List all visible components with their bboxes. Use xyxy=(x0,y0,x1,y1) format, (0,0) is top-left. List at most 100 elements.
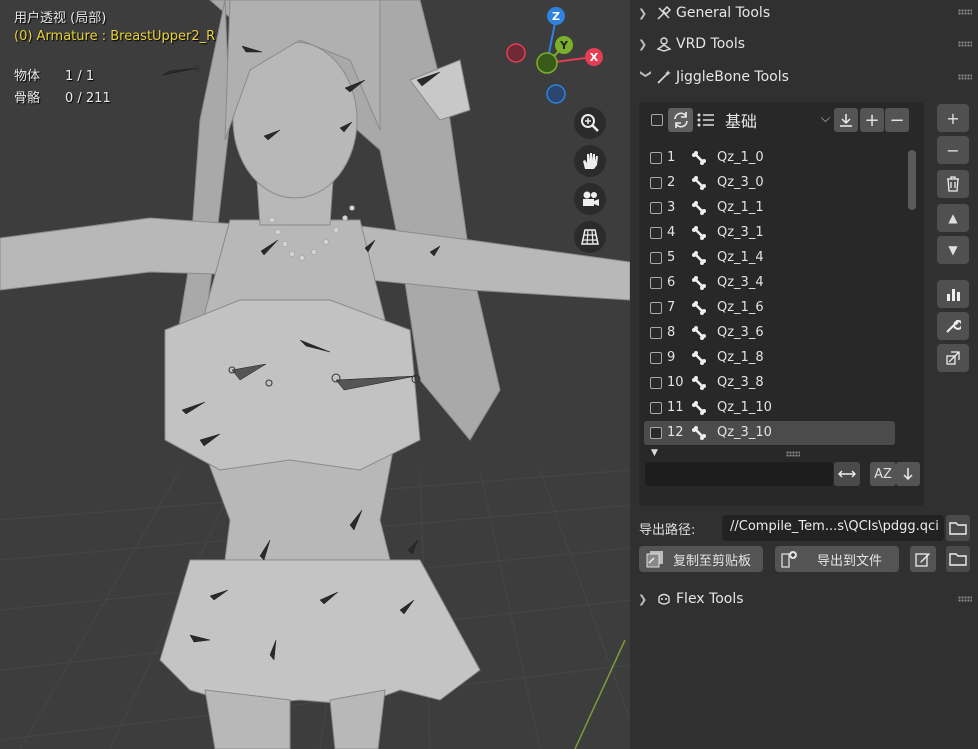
bone-list-row[interactable]: 2 Qz_3_0 xyxy=(644,171,895,195)
expand-filter-icon[interactable]: ▼ xyxy=(651,448,658,458)
bone-row-checkbox[interactable] xyxy=(650,352,662,364)
bone-row-name: Qz_1_4 xyxy=(717,250,764,265)
bone-row-checkbox[interactable] xyxy=(650,377,662,389)
bone-row-checkbox[interactable] xyxy=(650,302,662,314)
browse-path-button[interactable] xyxy=(946,515,970,541)
bone-list-row[interactable]: 11 Qz_1_10 xyxy=(644,396,895,420)
arrow-down-icon xyxy=(903,468,913,481)
section-general-tools[interactable]: ❯ General Tools xyxy=(638,0,974,26)
bone-list-row[interactable]: 3 Qz_1_1 xyxy=(644,196,895,220)
export-path-label: 导出路径: xyxy=(639,523,696,538)
wrench-icon xyxy=(946,319,961,333)
add-bone-button[interactable]: + xyxy=(937,104,969,132)
move-up-button[interactable]: ▲ xyxy=(937,204,969,232)
camera-button[interactable] xyxy=(574,183,606,215)
refresh-button[interactable] xyxy=(668,108,693,132)
copy-to-clipboard-button[interactable]: 复制至剪贴板 xyxy=(639,546,763,572)
gizmo-neg-x[interactable] xyxy=(506,43,526,63)
tools-icon xyxy=(654,5,674,21)
bone-row-name: Qz_3_10 xyxy=(717,425,772,440)
gizmo-neg-z[interactable] xyxy=(546,84,566,104)
apply-constraint-button[interactable] xyxy=(937,344,969,372)
bone-icon xyxy=(691,225,707,241)
bone-icon xyxy=(691,325,707,341)
section-jigglebone-tools[interactable]: ❯ JiggleBone Tools xyxy=(638,64,974,90)
remove-preset-button[interactable]: − xyxy=(885,108,909,132)
bone-row-index: 7 xyxy=(667,300,676,315)
settings-wrench-button[interactable] xyxy=(937,312,969,340)
view-name: 用户透视 (局部) xyxy=(14,11,107,26)
resize-grip-icon[interactable] xyxy=(786,451,800,457)
bone-row-name: Qz_1_10 xyxy=(717,400,772,415)
sort-alpha-button[interactable]: AZ xyxy=(870,462,896,486)
drag-grip-icon[interactable] xyxy=(958,41,972,47)
bone-row-name: Qz_3_0 xyxy=(717,175,764,190)
bone-row-checkbox[interactable] xyxy=(650,177,662,189)
select-all-checkbox[interactable] xyxy=(651,114,663,126)
bone-list-row[interactable]: 10 Qz_3_8 xyxy=(644,371,895,395)
bone-list-row[interactable]: 5 Qz_1_4 xyxy=(644,246,895,270)
clipboard-icon xyxy=(646,551,663,568)
filter-input[interactable] xyxy=(645,462,833,486)
export-path-field[interactable]: //Compile_Tem...s\QCIs\pdgg.qci xyxy=(722,515,944,541)
navigation-gizmo[interactable]: Z X Y xyxy=(500,0,615,110)
bone-row-checkbox[interactable] xyxy=(650,427,662,439)
drag-grip-icon[interactable] xyxy=(958,74,972,80)
bone-list-row[interactable]: 9 Qz_1_8 xyxy=(644,346,895,370)
bone-row-index: 1 xyxy=(667,150,676,165)
chevron-right-icon: ❯ xyxy=(638,37,648,51)
bone-row-checkbox[interactable] xyxy=(650,202,662,214)
section-flex-tools[interactable]: ❯ Flex Tools xyxy=(638,586,974,612)
3d-viewport[interactable]: 用户透视 (局部) (0) Armature : BreastUpper2_R … xyxy=(0,0,630,749)
bone-row-checkbox[interactable] xyxy=(650,152,662,164)
bone-row-checkbox[interactable] xyxy=(650,227,662,239)
bone-list-row[interactable]: 7 Qz_1_6 xyxy=(644,296,895,320)
plus-icon: + xyxy=(946,108,960,128)
bone-row-index: 2 xyxy=(667,175,676,190)
chevron-right-icon: ❯ xyxy=(638,592,648,606)
bone-list-row[interactable]: 8 Qz_3_6 xyxy=(644,321,895,345)
edit-file-button[interactable] xyxy=(910,546,936,572)
bone-row-checkbox[interactable] xyxy=(650,327,662,339)
remove-bone-button[interactable]: − xyxy=(937,136,969,164)
folder-icon xyxy=(949,522,967,535)
bone-icon xyxy=(691,350,707,366)
stat-objects-value: 1 / 1 xyxy=(65,69,95,84)
preset-dropdown[interactable]: 基础 ⌵ xyxy=(696,107,834,133)
export-to-file-button[interactable]: 导出到文件 xyxy=(775,546,899,572)
bone-icon xyxy=(691,275,707,291)
pan-button[interactable] xyxy=(574,145,606,177)
triangle-down-icon: ▼ xyxy=(948,243,958,257)
delete-bone-button[interactable] xyxy=(937,170,969,198)
sort-direction-button[interactable] xyxy=(896,462,920,486)
section-title: General Tools xyxy=(676,5,771,21)
list-scrollbar[interactable] xyxy=(908,150,916,210)
add-preset-button[interactable]: + xyxy=(860,108,884,132)
move-down-button[interactable]: ▼ xyxy=(937,236,969,264)
bone-icon xyxy=(691,425,707,441)
drag-grip-icon[interactable] xyxy=(958,9,972,15)
import-button[interactable] xyxy=(834,108,858,132)
bone-list[interactable]: 1 Qz_1_0 2 Qz_3_0 3 Qz_1_1 4 Qz_3_1 5 Qz_1_4 6 Qz_3… xyxy=(644,146,896,446)
bone-list-row[interactable]: 1 Qz_1_0 xyxy=(644,146,895,170)
bone-row-checkbox[interactable] xyxy=(650,402,662,414)
bone-list-row[interactable]: 6 Qz_3_4 xyxy=(644,271,895,295)
section-vrd-tools[interactable]: ❯ VRD Tools xyxy=(638,31,974,57)
drag-grip-icon[interactable] xyxy=(958,596,972,602)
bone-row-name: Qz_3_8 xyxy=(717,375,764,390)
bone-row-index: 9 xyxy=(667,350,676,365)
swap-button[interactable] xyxy=(834,462,860,486)
bone-list-row[interactable]: 4 Qz_3_1 xyxy=(644,221,895,245)
open-folder-button[interactable] xyxy=(946,546,970,572)
bone-row-name: Qz_3_4 xyxy=(717,275,764,290)
bone-stats-button[interactable] xyxy=(937,280,969,308)
viewport-scene[interactable] xyxy=(0,0,630,749)
swap-arrows-icon xyxy=(838,470,856,478)
gizmo-neg-y[interactable] xyxy=(536,52,558,74)
bone-row-checkbox[interactable] xyxy=(650,277,662,289)
bone-list-row[interactable]: 12 Qz_3_10 xyxy=(644,421,895,445)
bone-row-checkbox[interactable] xyxy=(650,252,662,264)
ortho-toggle-button[interactable] xyxy=(574,221,606,253)
zoom-button[interactable] xyxy=(574,107,606,139)
gizmo-x-label: X xyxy=(590,51,599,64)
